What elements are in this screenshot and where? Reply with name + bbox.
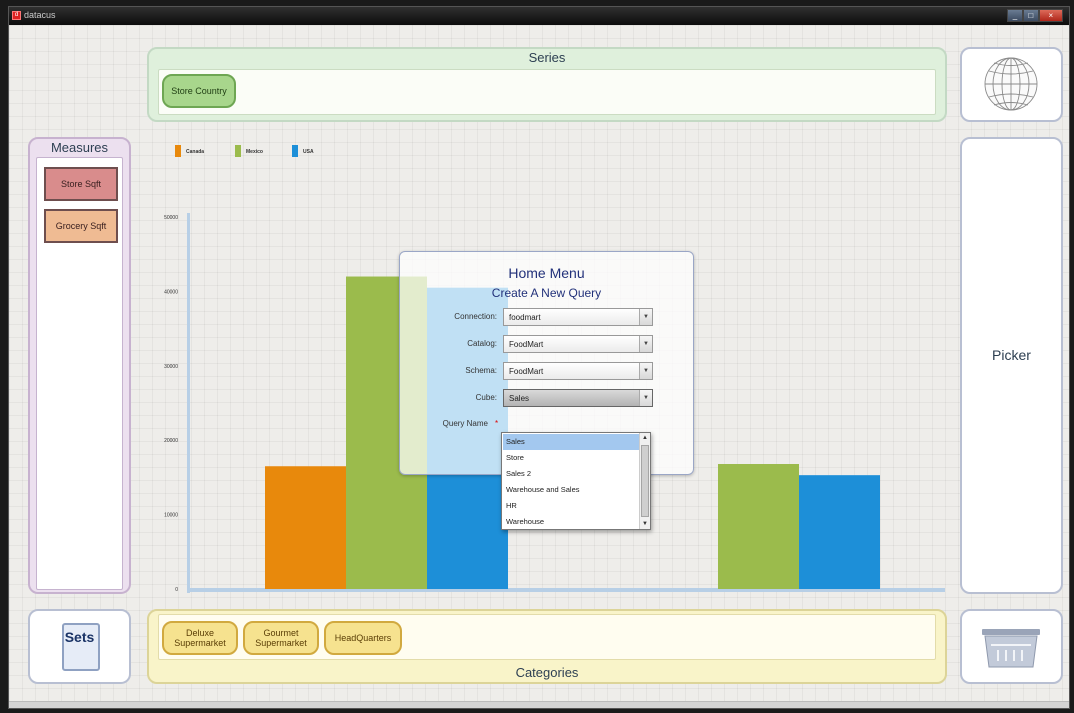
schema-select[interactable]: FoodMart ▼ [503,362,653,380]
cube-dropdown-list[interactable]: Sales Store Sales 2 Warehouse and Sales … [501,432,651,530]
measures-panel: Measures Store Sqft Grocery Sqft [28,137,131,594]
schema-value: FoodMart [509,367,544,376]
y-axis [187,213,190,593]
catalog-row: Catalog: FoodMart ▼ [400,335,693,353]
y-tick-label: 30000 [164,364,178,370]
scrollbar-thumb[interactable] [641,445,649,517]
category-chip-headquarters[interactable]: HeadQuarters [324,621,402,655]
basket-icon [982,629,1040,668]
globe-button[interactable] [960,47,1063,122]
bar-canada-1 [265,466,346,589]
scroll-up-icon[interactable]: ▲ [640,433,650,443]
cube-option-sales[interactable]: Sales [503,434,639,450]
query-name-row: Query Name * [400,415,693,433]
status-bar [9,701,1069,708]
chevron-down-icon: ▼ [639,309,652,325]
y-tick-label: 0 [175,587,178,593]
chevron-down-icon: ▼ [639,363,652,379]
maximize-button[interactable]: □ [1022,9,1039,22]
catalog-select[interactable]: FoodMart ▼ [503,335,653,353]
y-tick-label: 20000 [164,438,178,444]
categories-title: Categories [515,665,579,680]
scroll-down-icon[interactable]: ▼ [640,519,650,529]
measure-chip-store-sqft[interactable]: Store Sqft [44,167,118,201]
measures-drop-zone[interactable]: Store Sqft Grocery Sqft [36,157,123,590]
connection-select[interactable]: foodmart ▼ [503,308,653,326]
picker-label: Picker [992,347,1031,363]
chevron-down-icon: ▼ [639,336,652,352]
cube-select[interactable]: Sales ▼ [503,389,653,407]
category-chip-line: Supermarket [174,638,226,648]
connection-value: foodmart [509,313,541,322]
dialog-title: Home Menu [508,265,585,281]
minimize-button[interactable]: _ [1007,9,1023,22]
sets-button[interactable]: Sets [28,609,131,684]
schema-label: Schema: [465,366,497,375]
dialog-subtitle: Create A New Query [491,286,602,300]
category-chip-line: Supermarket [255,638,307,648]
cube-option-warehouse-and-sales[interactable]: Warehouse and Sales [503,482,639,498]
query-name-label: Query Name [442,419,488,428]
globe-icon [984,57,1038,111]
window-title: datacus [24,10,56,20]
app-icon: d [12,11,21,20]
dropdown-scrollbar[interactable]: ▲ ▼ [639,433,650,529]
cube-label: Cube: [475,393,497,402]
cube-option-warehouse[interactable]: Warehouse [503,514,639,530]
series-chip-store-country[interactable]: Store Country [162,74,236,108]
cube-row: Cube: Sales ▼ [400,389,693,407]
connection-row: Connection: foodmart ▼ [400,308,693,326]
picker-panel[interactable]: Picker [960,137,1063,594]
sets-label: Sets [64,629,95,645]
categories-drop-zone[interactable]: Deluxe Supermarket Gourmet Supermarket H… [158,614,936,660]
category-chip-deluxe-supermarket[interactable]: Deluxe Supermarket [162,621,238,655]
cube-option-hr[interactable]: HR [503,498,639,514]
measure-chip-grocery-sqft[interactable]: Grocery Sqft [44,209,118,243]
chevron-down-icon: ▼ [639,390,652,406]
category-chip-line: Gourmet [263,628,299,638]
y-tick-label: 10000 [164,513,178,519]
series-drop-zone[interactable]: Store Country [158,69,936,115]
cube-value: Sales [509,394,530,403]
catalog-value: FoodMart [509,340,544,349]
y-tick-label: 50000 [164,215,178,221]
bar-usa-2 [799,475,880,589]
bar-mexico-2 [718,464,799,589]
window-controls: _ □ × [1007,9,1063,22]
app-window: d datacus _ □ × Series Store Country Mea… [8,6,1070,709]
required-marker: * [495,419,499,428]
trash-button[interactable] [960,609,1063,684]
catalog-label: Catalog: [467,339,497,348]
category-chip-gourmet-supermarket[interactable]: Gourmet Supermarket [243,621,319,655]
measures-title: Measures [50,140,109,155]
cube-option-store[interactable]: Store [503,450,639,466]
categories-panel: Deluxe Supermarket Gourmet Supermarket H… [147,609,947,684]
category-chip-line: Deluxe [185,628,214,638]
y-tick-label: 40000 [164,289,178,295]
schema-row: Schema: FoodMart ▼ [400,362,693,380]
connection-label: Connection: [454,312,497,321]
series-panel: Series Store Country [147,47,947,122]
series-title: Series [528,50,566,65]
cube-option-sales-2[interactable]: Sales 2 [503,466,639,482]
title-bar: d datacus _ □ × [9,7,1069,25]
close-button[interactable]: × [1038,9,1063,22]
